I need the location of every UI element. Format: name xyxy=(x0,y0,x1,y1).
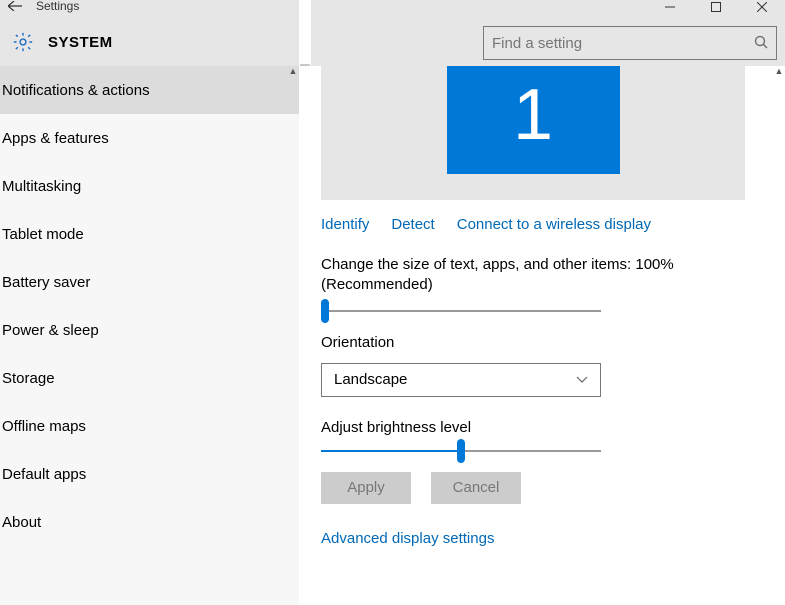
sidebar-item-notifications[interactable]: Notifications & actions xyxy=(0,66,299,114)
sidebar-item-label: Storage xyxy=(2,370,55,387)
sidebar: ▲ Notifications & actions Apps & feature… xyxy=(0,66,299,605)
apply-cancel-row: Apply Cancel xyxy=(321,472,785,504)
window-controls xyxy=(647,0,785,16)
sidebar-item-label: Tablet mode xyxy=(2,226,84,243)
sidebar-item-power-sleep[interactable]: Power & sleep xyxy=(0,306,299,354)
sidebar-item-tablet-mode[interactable]: Tablet mode xyxy=(0,210,299,258)
sidebar-item-label: Apps & features xyxy=(2,130,109,147)
content-pane: ▲ 1 Identify Detect Connect to a wireles… xyxy=(299,66,785,605)
search-icon xyxy=(754,35,768,52)
title-bar: Settings xyxy=(0,0,785,18)
sidebar-item-battery-saver[interactable]: Battery saver xyxy=(0,258,299,306)
sidebar-item-offline-maps[interactable]: Offline maps xyxy=(0,402,299,450)
search-box[interactable] xyxy=(483,26,777,60)
sidebar-scroll-up-icon[interactable]: ▲ xyxy=(287,66,299,80)
chevron-down-icon xyxy=(576,373,588,387)
scale-label: Change the size of text, apps, and other… xyxy=(321,255,741,296)
sidebar-item-multitasking[interactable]: Multitasking xyxy=(0,162,299,210)
back-button[interactable] xyxy=(0,0,30,12)
sidebar-item-label: Multitasking xyxy=(2,178,81,195)
sidebar-item-about[interactable]: About xyxy=(0,498,299,546)
orientation-dropdown[interactable]: Landscape xyxy=(321,363,601,397)
identify-link[interactable]: Identify xyxy=(321,216,369,233)
advanced-display-link[interactable]: Advanced display settings xyxy=(321,530,494,547)
cancel-button[interactable]: Cancel xyxy=(431,472,521,504)
display-links-row: Identify Detect Connect to a wireless di… xyxy=(321,216,785,233)
sidebar-item-storage[interactable]: Storage xyxy=(0,354,299,402)
brightness-slider[interactable] xyxy=(321,450,601,452)
sidebar-item-label: About xyxy=(2,514,41,531)
close-button[interactable] xyxy=(739,0,785,16)
wireless-display-link[interactable]: Connect to a wireless display xyxy=(457,216,651,233)
page-title: SYSTEM xyxy=(48,34,113,51)
orientation-value: Landscape xyxy=(334,371,407,388)
orientation-label: Orientation xyxy=(321,334,785,351)
sidebar-item-label: Offline maps xyxy=(2,418,86,435)
display-preview: 1 xyxy=(321,66,745,200)
monitor-number: 1 xyxy=(513,74,553,156)
sidebar-item-apps-features[interactable]: Apps & features xyxy=(0,114,299,162)
apply-button[interactable]: Apply xyxy=(321,472,411,504)
scale-slider[interactable] xyxy=(321,310,601,312)
detect-link[interactable]: Detect xyxy=(391,216,434,233)
header: SYSTEM xyxy=(0,18,785,66)
minimize-button[interactable] xyxy=(647,0,693,16)
sidebar-item-label: Default apps xyxy=(2,466,86,483)
search-input[interactable] xyxy=(492,35,754,52)
settings-icon xyxy=(10,29,36,55)
sidebar-item-default-apps[interactable]: Default apps xyxy=(0,450,299,498)
app-name: Settings xyxy=(30,0,79,12)
sidebar-item-label: Power & sleep xyxy=(2,322,99,339)
monitor-tile[interactable]: 1 xyxy=(447,66,620,174)
sidebar-item-label: Battery saver xyxy=(2,274,90,291)
brightness-label: Adjust brightness level xyxy=(321,419,785,436)
maximize-button[interactable] xyxy=(693,0,739,16)
content-scroll-up-icon[interactable]: ▲ xyxy=(773,66,785,80)
sidebar-item-label: Notifications & actions xyxy=(2,82,150,99)
